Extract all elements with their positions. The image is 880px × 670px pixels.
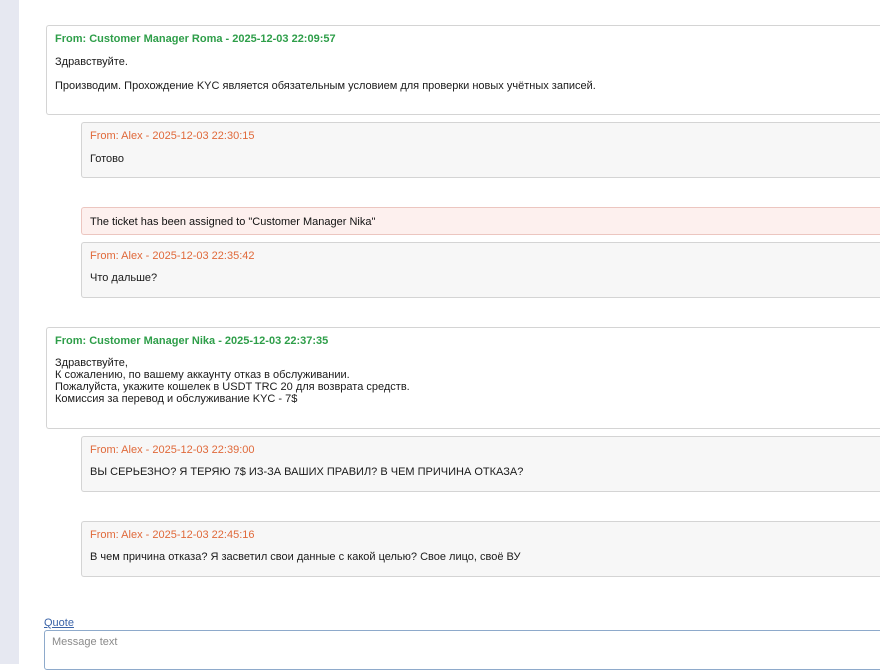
message-text-line: Готово	[90, 153, 124, 165]
message-text-line: К сожалению, по вашему аккаунту отказ в …	[55, 369, 350, 381]
message-text-line: Пожалуйста, укажите кошелек в USDT TRC 2…	[55, 381, 410, 393]
message-header: From: Alex - 2025-12-03 22:45:16	[90, 529, 255, 541]
message-text-line: ВЫ СЕРЬЕЗНО? Я ТЕРЯЮ 7$ ИЗ-ЗА ВАШИХ ПРАВ…	[90, 466, 524, 478]
message-staff: From: Customer Manager Roma - 2025-12-03…	[46, 25, 880, 115]
message-staff: From: Customer Manager Nika - 2025-12-03…	[46, 327, 880, 429]
message-text-line: Здравствуйте.	[55, 56, 128, 68]
message-header: From: Alex - 2025-12-03 22:39:00	[90, 444, 255, 456]
message-header: From: Alex - 2025-12-03 22:30:15	[90, 130, 255, 142]
message-client: From: Alex - 2025-12-03 22:45:16 В чем п…	[81, 521, 880, 577]
system-notice-text: The ticket has been assigned to "Custome…	[90, 216, 376, 228]
message-text-input[interactable]	[44, 630, 880, 670]
message-header: From: Customer Manager Roma - 2025-12-03…	[55, 33, 336, 45]
message-text-line: Производим. Прохождение KYC является обя…	[55, 80, 596, 92]
message-text-line: В чем причина отказа? Я засветил свои да…	[90, 551, 521, 563]
message-header: From: Alex - 2025-12-03 22:35:42	[90, 250, 255, 262]
message-header: From: Customer Manager Nika - 2025-12-03…	[55, 335, 329, 347]
message-text-line: Что дальше?	[90, 272, 158, 284]
system-notice: The ticket has been assigned to "Custome…	[81, 207, 880, 235]
left-sidebar-rail	[0, 0, 19, 664]
message-client: From: Alex - 2025-12-03 22:39:00 ВЫ СЕРЬ…	[81, 436, 880, 492]
message-text-line: Здравствуйте,	[55, 357, 128, 369]
message-text-line: Комиссия за перевод и обслуживание KYC -…	[55, 393, 298, 405]
message-client: From: Alex - 2025-12-03 22:35:42 Что дал…	[81, 242, 880, 298]
message-client: From: Alex - 2025-12-03 22:30:15 Готово	[81, 122, 880, 178]
quote-link[interactable]: Quote	[44, 617, 74, 629]
